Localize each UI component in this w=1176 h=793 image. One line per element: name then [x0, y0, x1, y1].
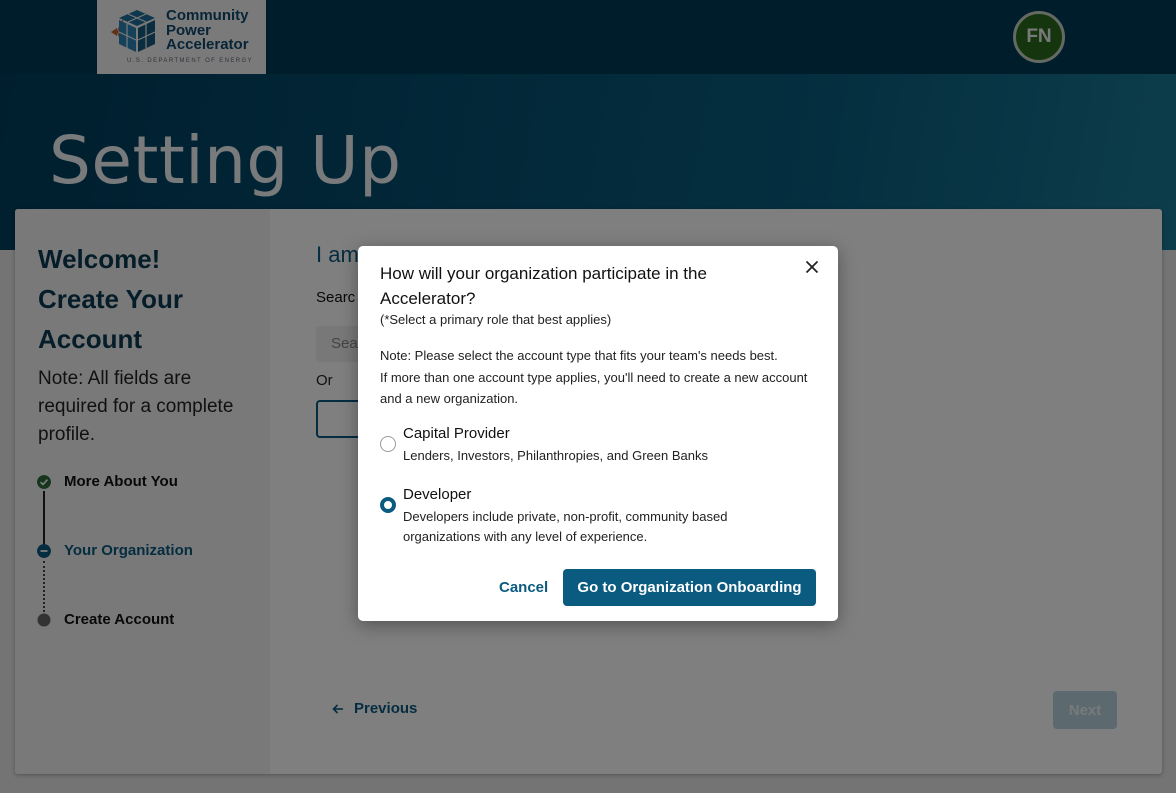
radio-button-checked[interactable]: [380, 497, 396, 513]
participation-role-dialog: How will your organization participate i…: [358, 246, 838, 621]
role-option-developer[interactable]: Developer Developers include private, no…: [380, 486, 820, 546]
dialog-hint: (*Select a primary role that best applie…: [380, 312, 612, 327]
cancel-button[interactable]: Cancel: [499, 579, 548, 596]
close-icon[interactable]: [803, 258, 821, 276]
go-to-organization-onboarding-button[interactable]: Go to Organization Onboarding: [563, 569, 816, 606]
radio-button-unchecked[interactable]: [380, 436, 396, 452]
dialog-note: Note: Please select the account type tha…: [380, 345, 820, 410]
role-option-capital-provider[interactable]: Capital Provider Lenders, Investors, Phi…: [380, 425, 820, 465]
note-line-1: Note: Please select the account type tha…: [380, 348, 778, 363]
dialog-title: How will your organization participate i…: [380, 264, 707, 308]
option-description: Lenders, Investors, Philanthropies, and …: [403, 448, 708, 463]
option-description: Developers include private, non-profit, …: [403, 509, 728, 544]
note-line-2: If more than one account type applies, y…: [380, 370, 808, 406]
option-title: Capital Provider: [403, 425, 510, 442]
option-title: Developer: [403, 486, 472, 503]
